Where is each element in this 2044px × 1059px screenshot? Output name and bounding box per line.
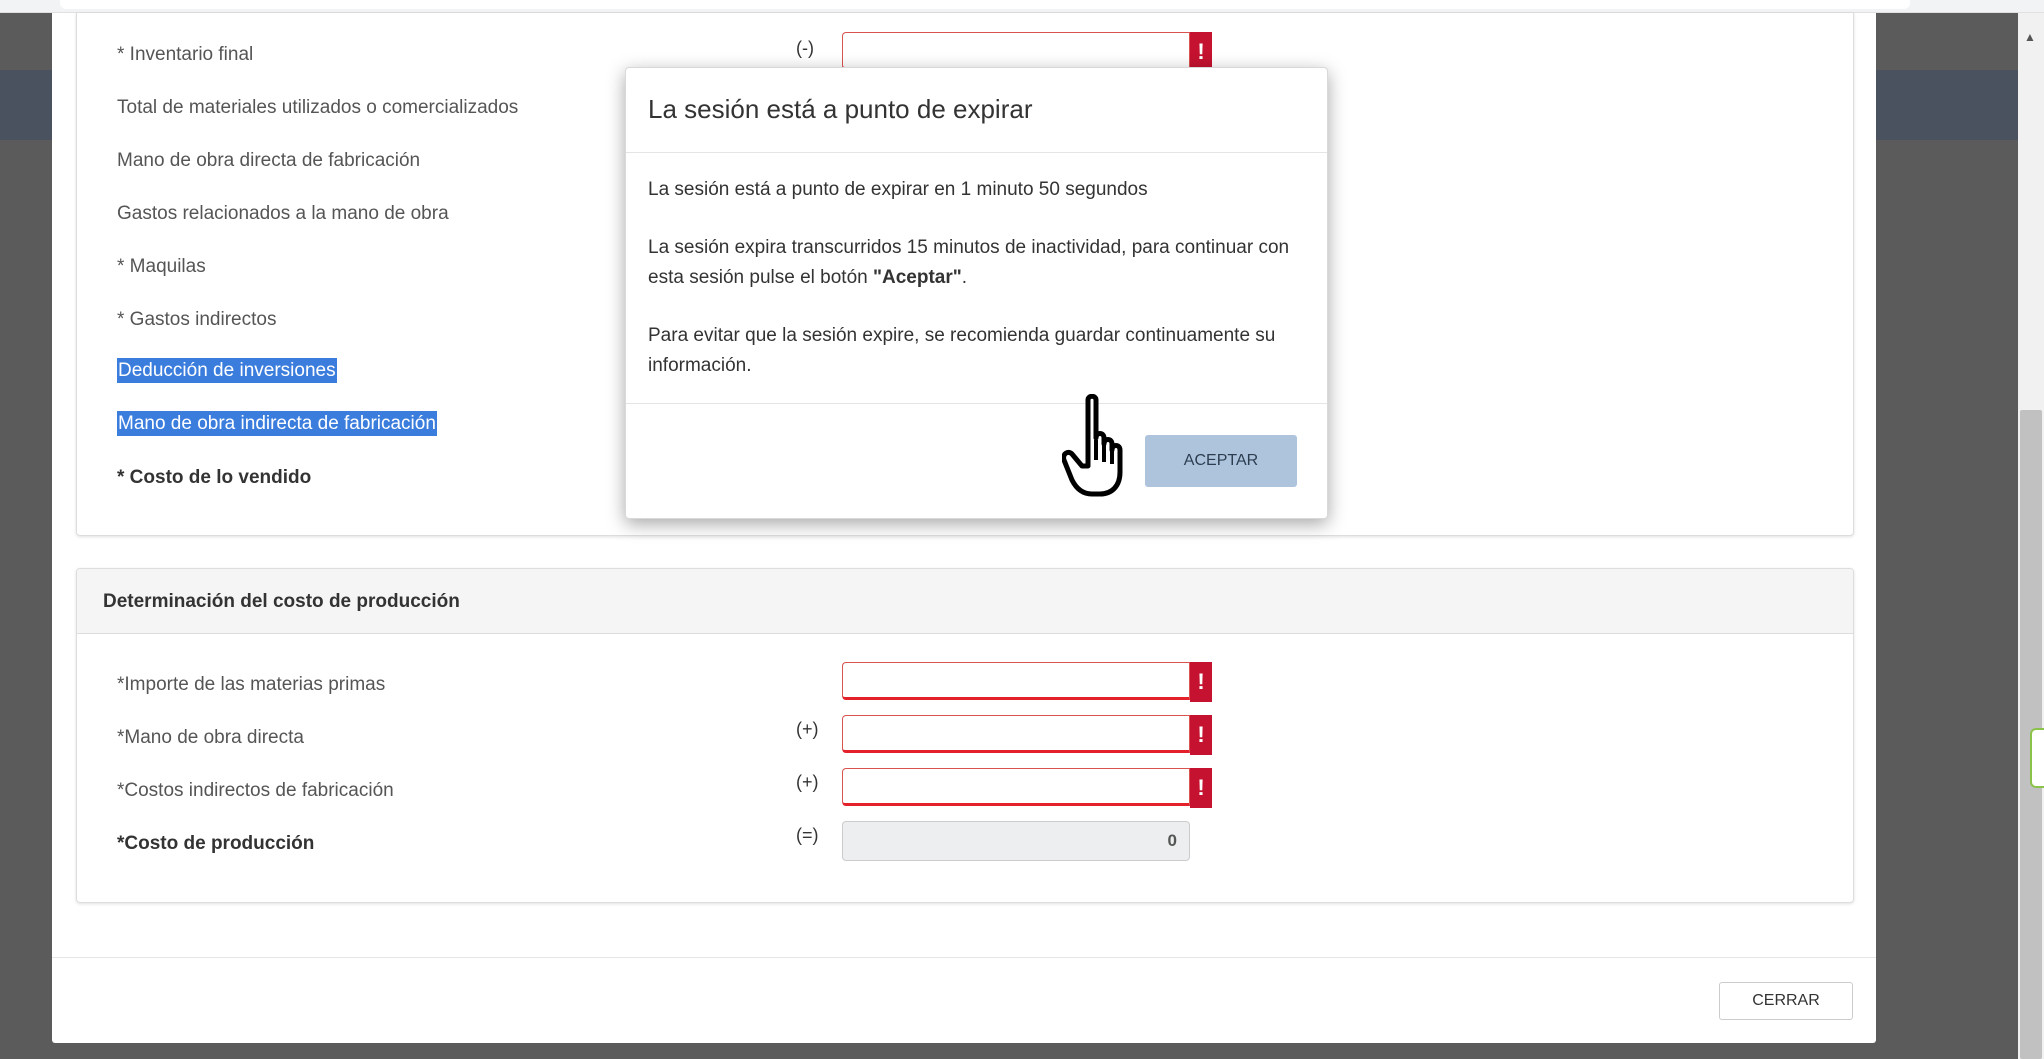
sign-plus: (+) [796, 772, 819, 792]
dialog-title: La sesión está a punto de expirar [648, 94, 1033, 124]
row-label-importe-materias: *Importe de las materias primas [117, 674, 386, 695]
row-label-gastos-mano-obra: Gastos relacionados a la mano de obra [117, 203, 449, 224]
selected-text: Deducción de inversiones [117, 358, 337, 383]
scroll-up-arrow-icon[interactable]: ▲ [2024, 30, 2036, 44]
row-label-inventario-final: * Inventario final [117, 44, 254, 65]
accept-button[interactable]: ACEPTAR [1145, 435, 1297, 487]
hand-pointer-icon [1062, 394, 1123, 497]
row-label-mano-obra-directa: *Mano de obra directa [117, 727, 304, 748]
panel-heading: Determinación del costo de producción [77, 569, 1853, 634]
mano-obra-directa-input[interactable] [842, 715, 1190, 753]
dialog-countdown-text: La sesión está a punto de expirar en 1 m… [648, 179, 1148, 200]
row-label-costo-produccion: *Costo de producción [117, 833, 315, 854]
dialog-inactivity-text: La sesión expira transcurridos 15 minuto… [648, 237, 1290, 288]
panel-title: Determinación del costo de producción [103, 591, 460, 612]
row-label-maquilas: * Maquilas [117, 256, 206, 277]
dialog-header-divider [626, 152, 1327, 153]
exclamation-icon: ! [1190, 715, 1212, 755]
exclamation-icon: ! [1190, 768, 1212, 808]
sign-equals: (=) [796, 825, 819, 845]
extension-badge[interactable] [2030, 728, 2044, 788]
importe-materias-input[interactable] [842, 662, 1190, 700]
row-label-costo-vendido: * Costo de lo vendido [117, 467, 312, 488]
session-expiry-dialog: La sesión está a punto de expirar La ses… [625, 67, 1328, 519]
address-bar[interactable] [60, 0, 1910, 9]
row-label-deduccion-inversiones: Deducción de inversiones [117, 358, 337, 383]
row-label-gastos-indirectos: * Gastos indirectos [117, 309, 277, 330]
browser-toolbar [0, 0, 2044, 13]
costo-produccion-readonly: 0 [842, 821, 1190, 861]
exclamation-icon: ! [1190, 662, 1212, 702]
dialog-advice-text: Para evitar que la sesión expire, se rec… [648, 325, 1276, 376]
costos-indirectos-input[interactable] [842, 768, 1190, 806]
exclamation-icon: ! [1190, 32, 1212, 72]
sign-plus: (+) [796, 719, 819, 739]
row-label-mano-obra-directa-fabricacion: Mano de obra directa de fabricación [117, 150, 421, 171]
modal-footer-divider [52, 957, 1876, 958]
row-label-mano-obra-indirecta: Mano de obra indirecta de fabricación [117, 411, 437, 436]
row-label-total-materiales: Total de materiales utilizados o comerci… [117, 97, 519, 118]
selected-text: Mano de obra indirecta de fabricación [117, 411, 437, 436]
inventario-final-input[interactable] [842, 32, 1190, 70]
row-label-costos-indirectos: *Costos indirectos de fabricación [117, 780, 394, 801]
sign-minus: (-) [796, 38, 814, 58]
dialog-footer-divider [626, 403, 1327, 404]
close-button[interactable]: CERRAR [1719, 982, 1853, 1020]
